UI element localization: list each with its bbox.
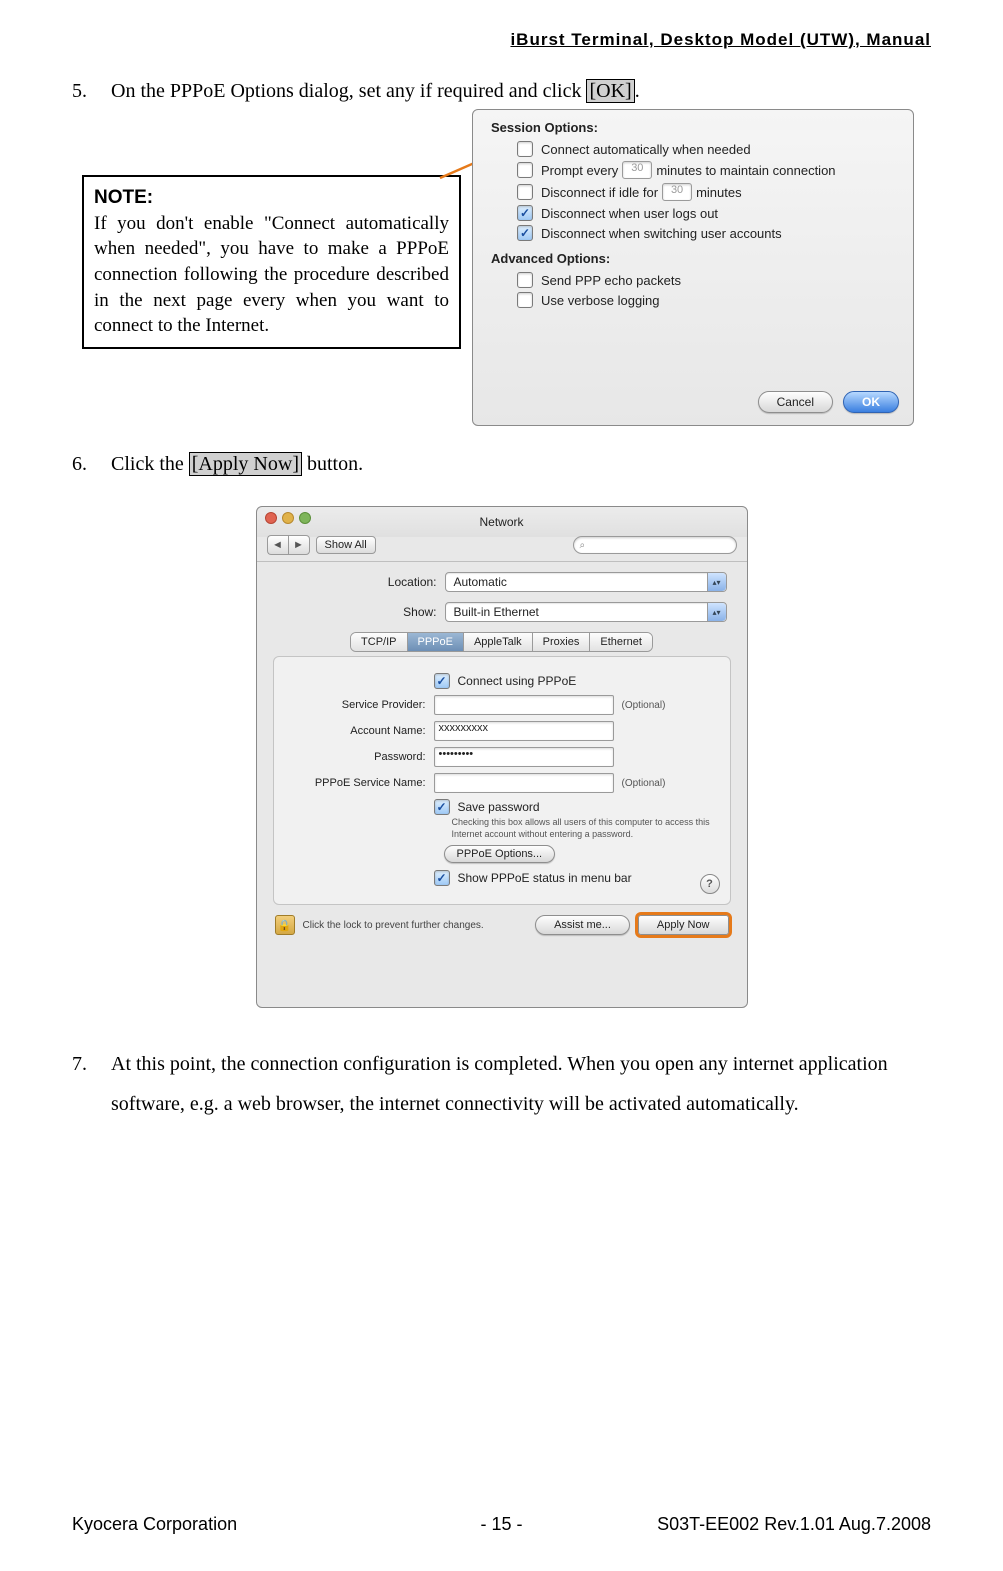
step-6-num: 6.	[72, 453, 106, 476]
zoom-icon[interactable]	[299, 512, 311, 524]
save-password-hint: Checking this box allows all users of th…	[452, 817, 718, 840]
step-7-num: 7.	[72, 1044, 106, 1084]
page-header: iBurst Terminal, Desktop Model (UTW), Ma…	[72, 30, 931, 50]
tab-appletalk[interactable]: AppleTalk	[464, 633, 533, 651]
step-6-text: Click the	[111, 453, 189, 475]
account-name-label: Account Name:	[286, 725, 434, 737]
step-5-text-after: .	[635, 80, 640, 102]
chevron-updown-icon: ▴▾	[707, 603, 726, 621]
footer-left: Kyocera Corporation	[72, 1514, 237, 1534]
cancel-button[interactable]: Cancel	[758, 391, 833, 413]
step-5-num: 5.	[72, 80, 106, 103]
password-label: Password:	[286, 751, 434, 763]
ok-button[interactable]: OK	[843, 391, 899, 413]
connect-auto-label: Connect automatically when needed	[541, 142, 751, 157]
optional-note: (Optional)	[622, 700, 666, 711]
lock-text: Click the lock to prevent further change…	[303, 920, 484, 931]
step-6-text-after: button.	[302, 453, 363, 475]
pppoe-options-dialog: Session Options: Connect automatically w…	[472, 109, 914, 426]
service-name-input[interactable]	[434, 773, 614, 793]
show-label: Show:	[277, 605, 445, 619]
tab-pppoe[interactable]: PPPoE	[408, 633, 464, 651]
save-password-checkbox[interactable]	[434, 799, 450, 815]
search-icon: ⌕	[580, 540, 586, 551]
page-footer: Kyocera Corporation - 15 - S03T-EE002 Re…	[72, 1514, 931, 1535]
connect-using-pppoe-checkbox[interactable]	[434, 673, 450, 689]
service-name-label: PPPoE Service Name:	[286, 777, 434, 789]
prompt-checkbox[interactable]	[517, 162, 533, 178]
service-provider-input[interactable]	[434, 695, 614, 715]
footer-page-number: - 15 -	[480, 1514, 522, 1535]
step-7-text: At this point, the connection configurat…	[111, 1044, 903, 1124]
note-body: If you don't enable "Connect automatical…	[94, 211, 449, 339]
save-password-label: Save password	[458, 800, 540, 814]
verbose-checkbox[interactable]	[517, 292, 533, 308]
location-label: Location:	[277, 575, 445, 589]
step-5: 5. On the PPPoE Options dialog, set any …	[72, 80, 931, 103]
idle-label-b: minutes	[696, 185, 742, 200]
connect-using-pppoe-label: Connect using PPPoE	[458, 674, 577, 688]
pppoe-options-button[interactable]: PPPoE Options...	[444, 845, 556, 863]
note-title: NOTE:	[94, 185, 449, 211]
session-options-header: Session Options:	[491, 120, 895, 135]
network-prefs-window: Network ◄ ► Show All ⌕ Location: Automat…	[256, 506, 748, 1008]
prompt-label-a: Prompt every	[541, 163, 618, 178]
prompt-label-b: minutes to maintain connection	[656, 163, 835, 178]
back-button[interactable]: ◄	[267, 535, 288, 555]
password-input[interactable]: •••••••••	[434, 747, 614, 767]
show-select[interactable]: Built-in Ethernet▴▾	[445, 602, 727, 622]
footer-right: S03T-EE002 Rev.1.01 Aug.7.2008	[657, 1514, 931, 1535]
help-button[interactable]: ?	[700, 874, 720, 894]
tab-tcpip[interactable]: TCP/IP	[351, 633, 407, 651]
idle-minutes-input[interactable]: 30	[662, 183, 692, 201]
service-provider-label: Service Provider:	[286, 699, 434, 711]
apply-now-button[interactable]: Apply Now	[638, 915, 729, 935]
optional-note: (Optional)	[622, 778, 666, 789]
search-input[interactable]: ⌕	[573, 536, 737, 554]
step-5-text: On the PPPoE Options dialog, set any if …	[111, 80, 586, 102]
pppoe-panel: Connect using PPPoE Service Provider: (Op…	[273, 656, 731, 905]
show-all-button[interactable]: Show All	[316, 536, 376, 554]
account-name-input[interactable]: xxxxxxxxx	[434, 721, 614, 741]
window-title: Network	[257, 515, 747, 529]
step-6: 6. Click the [Apply Now] button.	[72, 453, 931, 476]
show-status-checkbox[interactable]	[434, 870, 450, 886]
tab-bar: TCP/IP PPPoE AppleTalk Proxies Ethernet	[350, 632, 653, 652]
lock-icon[interactable]: 🔒	[275, 915, 295, 935]
tab-proxies[interactable]: Proxies	[533, 633, 591, 651]
logout-checkbox[interactable]	[517, 205, 533, 221]
ok-ref: [OK]	[586, 79, 634, 103]
switch-user-label: Disconnect when switching user accounts	[541, 226, 782, 241]
note-box: NOTE: If you don't enable "Connect autom…	[82, 175, 461, 349]
step-7: 7. At this point, the connection configu…	[72, 1044, 931, 1124]
minimize-icon[interactable]	[282, 512, 294, 524]
assist-me-button[interactable]: Assist me...	[535, 915, 630, 935]
prompt-minutes-input[interactable]: 30	[622, 161, 652, 179]
echo-checkbox[interactable]	[517, 272, 533, 288]
idle-checkbox[interactable]	[517, 184, 533, 200]
chevron-updown-icon: ▴▾	[707, 573, 726, 591]
logout-label: Disconnect when user logs out	[541, 206, 718, 221]
echo-label: Send PPP echo packets	[541, 273, 681, 288]
location-select[interactable]: Automatic▴▾	[445, 572, 727, 592]
advanced-options-header: Advanced Options:	[491, 251, 895, 266]
forward-button[interactable]: ►	[288, 535, 310, 555]
tab-ethernet[interactable]: Ethernet	[590, 633, 652, 651]
verbose-label: Use verbose logging	[541, 293, 660, 308]
close-icon[interactable]	[265, 512, 277, 524]
show-status-label: Show PPPoE status in menu bar	[458, 871, 632, 885]
switch-user-checkbox[interactable]	[517, 225, 533, 241]
connect-auto-checkbox[interactable]	[517, 141, 533, 157]
apply-now-ref: [Apply Now]	[189, 452, 302, 476]
idle-label-a: Disconnect if idle for	[541, 185, 658, 200]
